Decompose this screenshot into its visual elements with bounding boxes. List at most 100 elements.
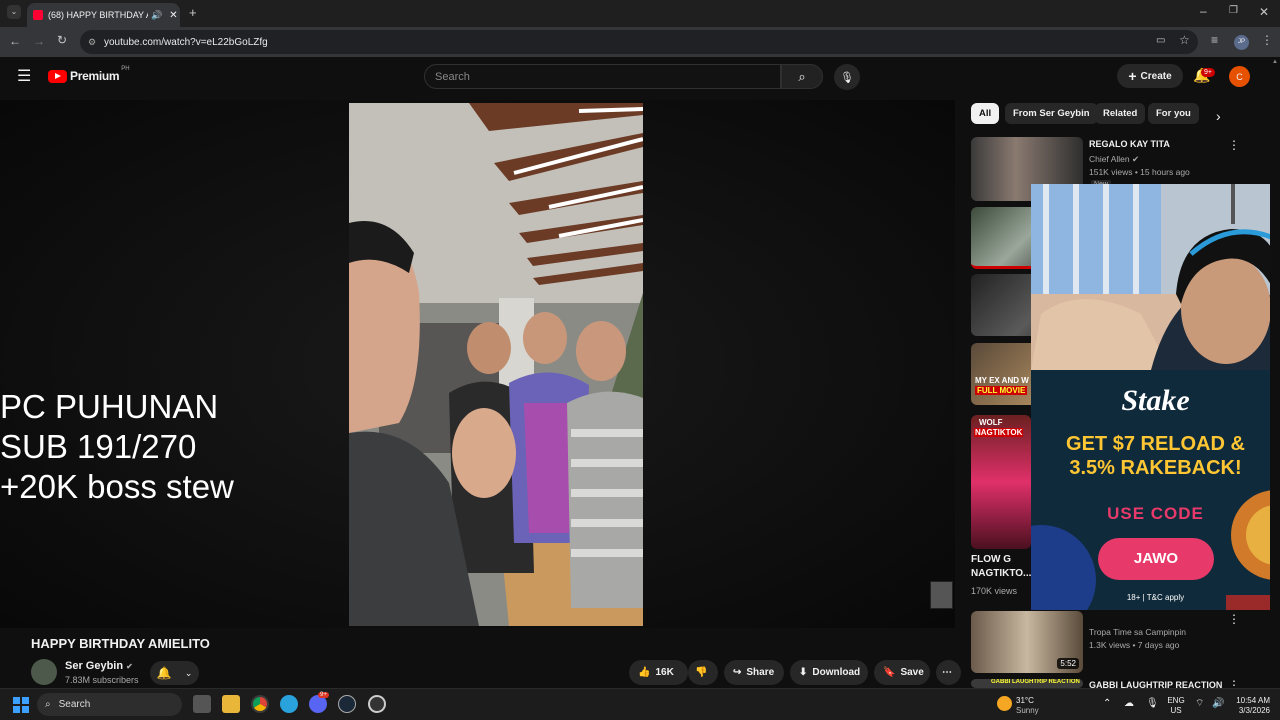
restore-icon[interactable]: ❐ bbox=[1229, 5, 1238, 16]
reload-icon[interactable]: ↻ bbox=[57, 33, 67, 47]
related-title[interactable]: NAGTIKTO... bbox=[971, 568, 1031, 579]
save-button[interactable]: 🔖 Save bbox=[874, 660, 930, 685]
thumbs-down-icon: 👎 bbox=[695, 667, 708, 678]
window-close-icon[interactable]: ✕ bbox=[1259, 5, 1269, 19]
forward-icon[interactable]: → bbox=[33, 34, 45, 48]
clock[interactable]: 10:54 AM 3/3/2026 bbox=[1230, 696, 1270, 716]
speaker-icon[interactable]: 🔊 bbox=[151, 10, 162, 21]
download-button[interactable]: ⬇ Download bbox=[790, 660, 868, 685]
search-input[interactable]: Search bbox=[424, 64, 781, 89]
bell-icon: 🔔 bbox=[156, 666, 172, 680]
search-icon: ⌕ bbox=[45, 699, 51, 710]
task-view-icon[interactable] bbox=[193, 695, 211, 713]
thumbs-up-icon: 👍 bbox=[638, 667, 651, 678]
logo-text: Premium bbox=[70, 69, 120, 83]
address-bar[interactable]: ⚙ youtube.com/watch?v=eL22bGoLZfg bbox=[80, 30, 1198, 54]
region-code: US bbox=[1170, 706, 1182, 715]
voice-search-icon[interactable]: 🎙 bbox=[834, 64, 860, 90]
dislike-button[interactable]: 👎 bbox=[688, 660, 718, 685]
new-tab-icon[interactable]: + bbox=[189, 5, 197, 20]
ad-headline-line-1: GET $7 RELOAD & bbox=[1066, 433, 1245, 455]
related-more-icon[interactable]: ⋮ bbox=[1228, 138, 1240, 152]
site-info-icon[interactable]: ⚙ bbox=[88, 37, 96, 48]
browser-tab-bar: ⌄ (68) HAPPY BIRTHDAY AMIELITO 🔊 ✕ + – ❐… bbox=[0, 0, 1280, 27]
related-channel[interactable]: Chief Allen ✔ bbox=[1089, 154, 1139, 165]
bookmark-star-icon[interactable]: ☆ bbox=[1179, 33, 1190, 47]
weather-desc: Sunny bbox=[1016, 706, 1039, 715]
install-app-icon[interactable]: ▭ bbox=[1156, 35, 1165, 46]
create-button[interactable]: + Create bbox=[1117, 64, 1183, 88]
tray-overflow-icon[interactable]: ⌃ bbox=[1103, 699, 1111, 709]
profile-avatar[interactable]: JP bbox=[1234, 35, 1249, 50]
related-thumbnail[interactable]: 5:52 bbox=[971, 611, 1083, 673]
tab-search-icon[interactable]: ⌄ bbox=[7, 5, 21, 19]
windows-start-icon[interactable] bbox=[13, 697, 29, 713]
related-short-thumbnail[interactable]: WOLF NAGTIKTOK bbox=[971, 415, 1031, 549]
minimize-icon[interactable]: – bbox=[1200, 4, 1207, 18]
weather-icon[interactable] bbox=[997, 696, 1012, 711]
chip-related[interactable]: Related bbox=[1095, 103, 1146, 124]
chip-for-you[interactable]: For you bbox=[1148, 103, 1199, 124]
related-more-icon[interactable]: ⋮ bbox=[1228, 612, 1240, 626]
browser-tab[interactable]: (68) HAPPY BIRTHDAY AMIELITO 🔊 ✕ bbox=[27, 3, 180, 27]
tab-close-icon[interactable]: ✕ bbox=[169, 10, 177, 21]
related-meta: 170K views bbox=[971, 586, 1018, 596]
verified-icon: ✔ bbox=[126, 662, 133, 671]
channel-avatar[interactable] bbox=[31, 659, 57, 685]
thumb-text: FULL MOVIE bbox=[975, 386, 1028, 395]
hamburger-menu-icon[interactable]: ☰ bbox=[17, 69, 31, 85]
ad-code-button[interactable]: JAWO bbox=[1098, 538, 1214, 580]
related-title[interactable]: FLOW G bbox=[971, 554, 1011, 565]
windows-taskbar: ⌕ Search 9+ 31°C Sunny ⌃ ☁ 🎙 ENG US ⌔ 🔊 1… bbox=[0, 688, 1280, 720]
steam-icon[interactable] bbox=[338, 695, 356, 713]
taskbar-search[interactable]: ⌕ Search bbox=[37, 693, 182, 716]
related-title[interactable]: REGALO KAY TITA bbox=[1089, 139, 1170, 149]
browser-menu-icon[interactable]: ⋮ bbox=[1261, 33, 1273, 47]
back-icon[interactable]: ← bbox=[9, 34, 21, 48]
file-explorer-icon[interactable] bbox=[222, 695, 240, 713]
channel-name[interactable]: Ser Geybin ✔ bbox=[65, 660, 133, 672]
onedrive-icon[interactable]: ☁ bbox=[1124, 699, 1134, 709]
subscribed-button[interactable]: 🔔 ⌄ bbox=[150, 661, 199, 685]
search-button[interactable]: ⌕ bbox=[781, 64, 823, 89]
tab-title: (68) HAPPY BIRTHDAY AMIELITO bbox=[48, 10, 148, 20]
video-frame[interactable] bbox=[349, 103, 643, 626]
browser-toolbar: ← → ↻ ⚙ youtube.com/watch?v=eL22bGoLZfg … bbox=[0, 27, 1280, 57]
related-thumbnail[interactable]: GABBI LAUGHTRIP REACTION bbox=[971, 679, 1083, 688]
volume-icon[interactable]: 🔊 bbox=[1212, 699, 1224, 709]
telegram-icon[interactable] bbox=[280, 695, 298, 713]
reading-list-icon[interactable]: ≡ bbox=[1211, 33, 1218, 47]
lang-code: ENG bbox=[1167, 696, 1185, 705]
webcam-scene bbox=[1031, 184, 1280, 370]
chrome-icon[interactable] bbox=[251, 695, 269, 713]
download-label: Download bbox=[812, 667, 861, 678]
stake-ad-banner[interactable]: Stake GET $7 RELOAD & 3.5% RAKEBACK! USE… bbox=[1031, 370, 1280, 610]
microphone-icon[interactable]: 🎙 bbox=[1146, 699, 1159, 709]
scroll-up-icon[interactable]: ▲ bbox=[1272, 59, 1278, 65]
clock-date: 3/3/2026 bbox=[1238, 706, 1270, 715]
language-indicator[interactable]: ENG US bbox=[1166, 696, 1186, 716]
overlay-line-2: SUB 191/270 bbox=[0, 428, 197, 465]
discord-badge: 9+ bbox=[318, 692, 329, 698]
more-actions-button[interactable]: ⋯ bbox=[936, 660, 961, 685]
youtube-play-logo-icon bbox=[48, 69, 67, 83]
account-avatar[interactable]: C bbox=[1229, 66, 1250, 87]
chips-next-chevron-icon[interactable]: › bbox=[1216, 108, 1221, 124]
youtube-logo[interactable]: Premium PH bbox=[48, 66, 130, 83]
chip-from-channel[interactable]: From Ser Geybin bbox=[1005, 103, 1098, 124]
notification-badge: 9+ bbox=[1201, 68, 1215, 77]
overlay-line-1: PC PUHUNAN bbox=[0, 388, 219, 425]
like-button[interactable]: 👍 16K bbox=[629, 660, 688, 685]
page-scrollbar[interactable]: ▲ bbox=[1270, 57, 1280, 688]
subscriber-count: 7.83M subscribers bbox=[65, 675, 139, 685]
share-button[interactable]: ↪ Share bbox=[724, 660, 784, 685]
share-label: Share bbox=[746, 667, 775, 678]
network-icon[interactable]: ⌔ bbox=[1195, 699, 1204, 709]
obs-icon[interactable] bbox=[368, 695, 386, 713]
ad-brand-logo: Stake bbox=[1121, 384, 1190, 417]
related-channel-text: Chief Allen bbox=[1089, 154, 1130, 164]
related-channel[interactable]: Tropa Time sa Campinpin bbox=[1089, 627, 1186, 637]
ad-headline: GET $7 RELOAD & 3.5% RAKEBACK! bbox=[1031, 432, 1280, 480]
search-placeholder: Search bbox=[435, 70, 470, 83]
chip-all[interactable]: All bbox=[971, 103, 1000, 124]
